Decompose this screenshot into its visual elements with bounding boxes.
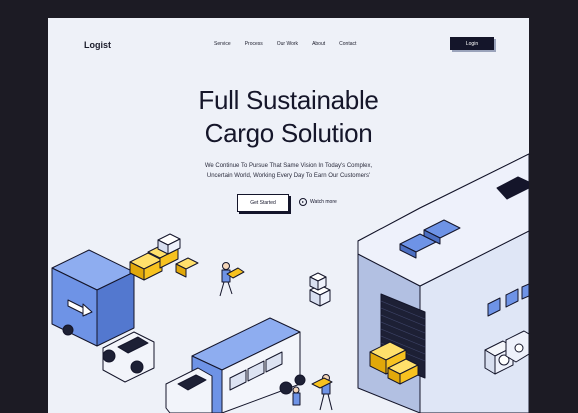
worker-figure-1 [219, 262, 245, 297]
logistics-illustration [51, 153, 529, 413]
box-stack-center [309, 272, 331, 307]
pallet-boxes-left [129, 233, 199, 281]
worker-figure-3 [292, 386, 301, 406]
truck-center-illustration [165, 317, 306, 413]
landing-page-frame: Logist Service Process Our Work About Co… [48, 18, 529, 413]
warehouse-illustration [357, 153, 529, 413]
worker-figure-2 [311, 374, 333, 411]
